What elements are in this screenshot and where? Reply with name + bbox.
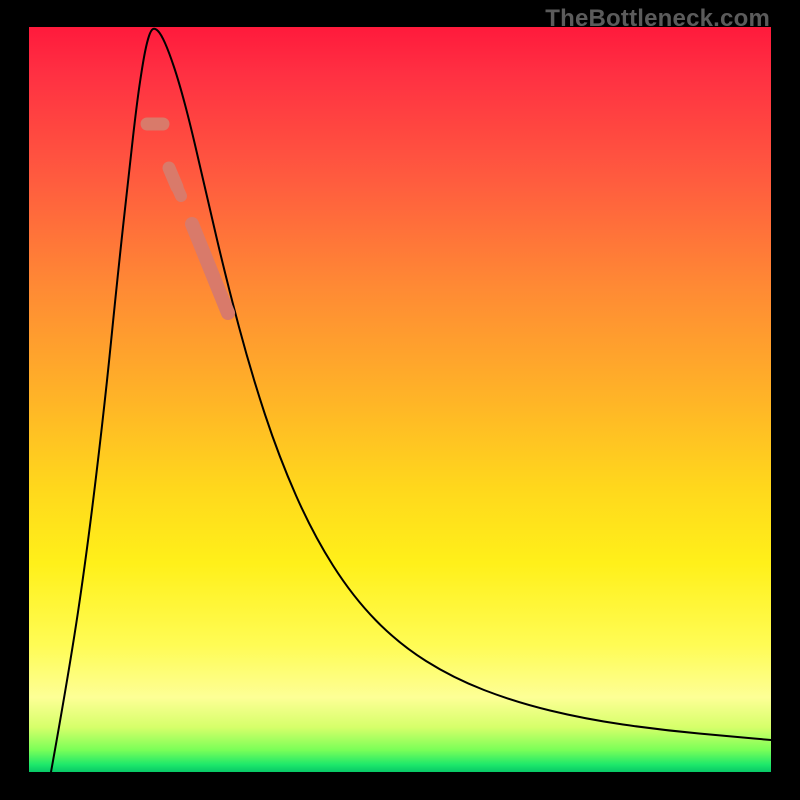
chart-svg <box>29 27 771 772</box>
watermark-text: TheBottleneck.com <box>545 5 770 33</box>
bottleneck-curve <box>51 29 771 772</box>
highlight-stroke <box>192 224 228 313</box>
chart-frame: TheBottleneck.com <box>0 0 800 800</box>
highlight-stroke <box>177 187 181 196</box>
highlighted-data-segment <box>147 124 228 313</box>
